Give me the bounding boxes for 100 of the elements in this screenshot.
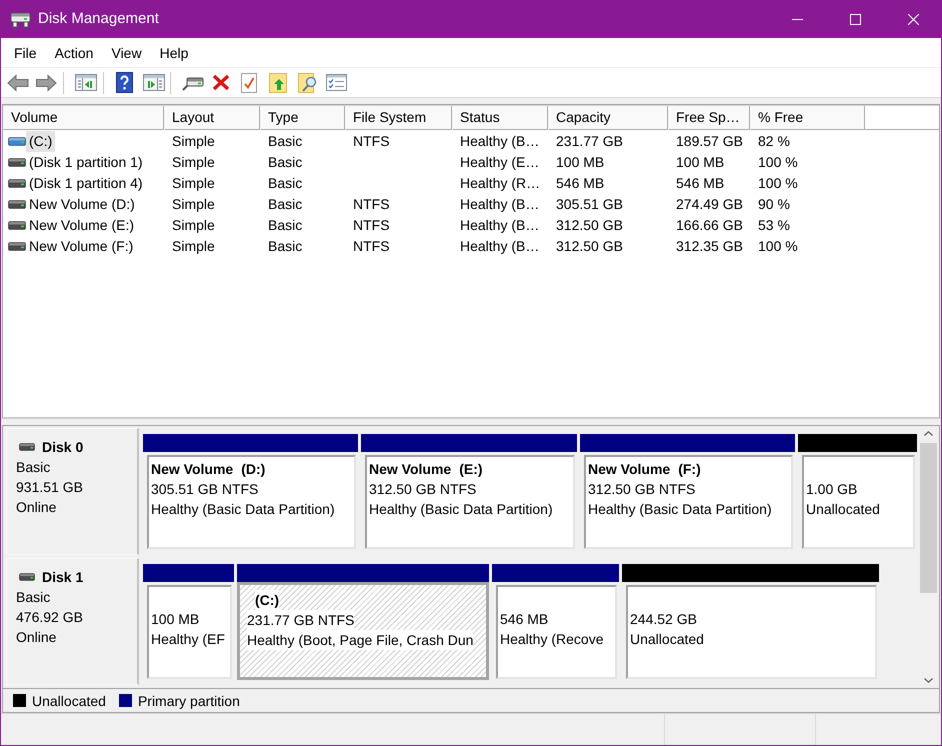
drive-icon: [10, 10, 31, 28]
partition-status: Healthy (Boot, Page File, Crash Dun: [247, 630, 474, 650]
folder-search-icon[interactable]: [298, 72, 318, 92]
document-check-icon[interactable]: [241, 72, 257, 92]
back-icon[interactable]: [7, 74, 29, 92]
drive-icon: [8, 242, 26, 251]
maximize-icon: [850, 14, 860, 24]
menu-item[interactable]: File: [5, 38, 46, 66]
column-header[interactable]: Volume: [3, 106, 164, 130]
disk-size: 476.92 GB: [16, 608, 84, 627]
volume-name: New Volume: [588, 460, 670, 479]
partition-size: 305.51 GB NTFS: [151, 480, 258, 499]
table-cell: 546 MB: [676, 175, 724, 191]
disk-name: Disk 1: [42, 568, 84, 587]
table-cell: 305.51 GB: [556, 196, 623, 212]
column-header[interactable]: Capacity: [548, 106, 668, 130]
table-cell: Basic: [268, 217, 302, 233]
menu-item[interactable]: Help: [150, 38, 198, 66]
partition-box[interactable]: New Volume (D:) 305.51 GB NTFS Healthy (Basic Data Partition): [147, 455, 356, 549]
table-cell: Basic: [268, 175, 302, 191]
partition-size: 100 MB: [151, 610, 200, 629]
partition-size: 231.77 GB NTFS: [247, 610, 354, 630]
help-icon[interactable]: [116, 72, 133, 93]
drive-icon: [19, 443, 35, 451]
partition-status: Healthy (Basic Data Partition): [588, 500, 772, 519]
table-cell: Healthy (B…: [460, 196, 540, 212]
table-cell: 312.50 GB: [556, 238, 623, 254]
drive-icon: [8, 221, 26, 230]
partition-box[interactable]: 244.52 GB Unallocated: [626, 585, 877, 679]
table-cell: 231.77 GB: [556, 133, 623, 149]
table-cell: NTFS: [353, 217, 390, 233]
checklist-icon[interactable]: [326, 74, 347, 91]
chevron-up-icon[interactable]: [924, 431, 932, 436]
table-cell: Simple: [172, 217, 215, 233]
table-cell: 100 MB: [556, 154, 604, 170]
drive-letter: (F:): [678, 460, 701, 479]
table-cell: 53 %: [758, 217, 790, 233]
partition-size: 312.50 GB NTFS: [588, 480, 696, 499]
table-cell[interactable]: New Volume (D:): [26, 194, 138, 215]
table-cell: 100 %: [758, 238, 798, 254]
column-header[interactable]: Type: [260, 106, 345, 130]
drive-icon: [19, 573, 35, 581]
partition-status: Unallocated: [806, 500, 880, 519]
partition-status: Healthy (Basic Data Partition): [369, 500, 553, 519]
table-cell: NTFS: [353, 196, 390, 212]
partition-box[interactable]: 546 MB Healthy (Recove: [496, 585, 617, 679]
table-cell: Healthy (B…: [460, 238, 540, 254]
table-cell: Simple: [172, 196, 215, 212]
table-cell: Healthy (B…: [460, 217, 540, 233]
drive-letter: (C:): [255, 590, 280, 610]
partition-box[interactable]: New Volume (F:) 312.50 GB NTFS Healthy (Basic Data Partition): [584, 455, 793, 549]
column-header[interactable]: % Free: [750, 106, 865, 130]
partition-status: Healthy (EF: [151, 630, 225, 649]
scrollbar-thumb[interactable]: [920, 443, 936, 593]
drive-icon[interactable]: [182, 74, 204, 90]
table-cell: Basic: [268, 154, 302, 170]
disk-label-panel[interactable]: Disk 0 Basic 931.51 GB Online: [6, 428, 139, 555]
pane-icon[interactable]: [75, 74, 97, 91]
table-cell[interactable]: New Volume (F:): [26, 236, 136, 257]
disk-status: Online: [16, 498, 58, 517]
forward-icon[interactable]: [36, 74, 57, 92]
table-cell: Simple: [172, 238, 215, 254]
partition-box[interactable]: 100 MB Healthy (EF: [147, 585, 232, 679]
delete-icon[interactable]: [212, 74, 230, 91]
disk-name: Disk 0: [42, 438, 84, 457]
drive-icon: [8, 179, 26, 188]
table-cell: Simple: [172, 154, 215, 170]
pane-icon[interactable]: [143, 74, 165, 91]
table-cell[interactable]: New Volume (E:): [26, 215, 138, 236]
disk-size: 931.51 GB: [16, 478, 84, 497]
table-cell: Healthy (R…: [460, 175, 540, 191]
column-header[interactable]: File System: [345, 106, 452, 130]
table-cell: Healthy (E…: [460, 154, 540, 170]
table-cell: 166.66 GB: [676, 217, 743, 233]
column-header[interactable]: Free Sp…: [668, 106, 750, 130]
partition-status: Healthy (Basic Data Partition): [151, 500, 335, 519]
partition-box[interactable]: 1.00 GB Unallocated: [802, 455, 915, 549]
menu-item[interactable]: Action: [46, 38, 102, 66]
partition-size: 312.50 GB NTFS: [369, 480, 476, 499]
table-cell: 189.57 GB: [676, 133, 743, 149]
table-cell[interactable]: (Disk 1 partition 1): [26, 152, 146, 173]
chevron-down-icon[interactable]: [924, 678, 932, 683]
drive-icon: [8, 158, 26, 167]
table-cell[interactable]: (Disk 1 partition 4): [26, 173, 146, 194]
menu-item[interactable]: View: [102, 38, 151, 66]
disk-label-panel[interactable]: Disk 1 Basic 476.92 GB Online: [6, 558, 139, 685]
table-cell: Simple: [172, 175, 215, 191]
drive-icon: [8, 200, 26, 209]
partition-box[interactable]: New Volume (E:) 312.50 GB NTFS Healthy (Basic Data Partition): [365, 455, 575, 549]
legend-label: Primary partition: [138, 692, 240, 708]
column-header[interactable]: Layout: [164, 106, 260, 130]
table-cell: Simple: [172, 133, 215, 149]
window-title: Disk Management: [38, 9, 159, 29]
column-header[interactable]: Status: [452, 106, 548, 130]
table-cell: Basic: [268, 133, 302, 149]
table-cell[interactable]: (C:): [26, 131, 56, 152]
partition-box[interactable]: (C:) 231.77 GB NTFS Healthy (Boot, Page File, Crash Dun: [237, 582, 489, 680]
table-cell: Basic: [268, 196, 302, 212]
drive-letter: (E:): [459, 460, 483, 479]
table-cell: 100 MB: [676, 154, 724, 170]
